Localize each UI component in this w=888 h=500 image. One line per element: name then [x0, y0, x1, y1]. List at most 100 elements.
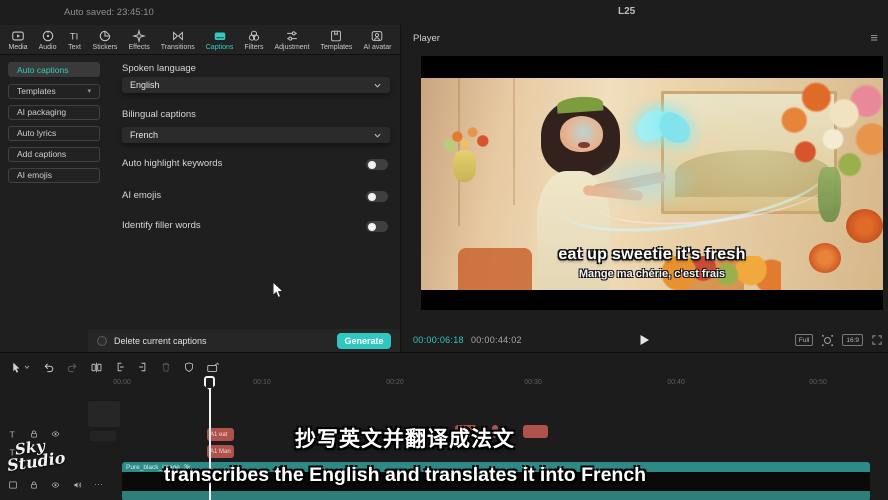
filler-words-label: Identify filler words	[122, 220, 201, 231]
delete-captions-checkbox[interactable]	[97, 336, 107, 346]
project-title: L25	[618, 6, 635, 17]
ribbon-toolbar: Media Audio TI Text Stickers Effects Tra…	[0, 25, 400, 55]
adjustment-icon	[285, 29, 299, 43]
sidebar-item-auto-lyrics[interactable]: Auto lyrics	[8, 126, 100, 141]
full-screen-mode-button[interactable]: Full	[795, 334, 813, 346]
caption-clip-french[interactable]: A1 Man	[207, 445, 234, 458]
filters-icon	[247, 29, 261, 43]
redo-button[interactable]	[66, 361, 79, 374]
delete-button[interactable]	[160, 361, 172, 373]
aspect-ratio-button[interactable]: 16:9	[842, 334, 863, 346]
video-viewport[interactable]: eat up sweetie it's fresh Mange ma chéri…	[421, 56, 883, 310]
ribbon-label: Transitions	[161, 44, 195, 51]
ribbon-tab-media[interactable]: Media	[9, 29, 28, 51]
bilingual-language-select[interactable]: French	[122, 127, 390, 143]
sidebar-item-label: AI packaging	[17, 107, 66, 117]
sidebar-item-label: Templates	[17, 86, 56, 96]
ribbon-tab-captions[interactable]: Captions	[206, 29, 234, 51]
delete-captions-label: Delete current captions	[114, 336, 207, 346]
ribbon-label: AI avatar	[363, 44, 391, 51]
scene-vase-left	[453, 150, 476, 182]
ribbon-tab-effects[interactable]: Effects	[128, 29, 149, 51]
ribbon-tab-stickers[interactable]: Stickers	[93, 29, 118, 51]
ruler-label: 00:10	[253, 379, 271, 386]
video-clip-footer	[122, 491, 870, 500]
ribbon-tab-adjustment[interactable]: Adjustment	[274, 29, 309, 51]
media-icon	[11, 29, 25, 43]
sidebar-item-auto-captions[interactable]: Auto captions	[8, 62, 100, 77]
lock-icon[interactable]	[29, 480, 39, 490]
captions-panel: Auto captions Templates ▾ AI packaging Au…	[0, 55, 400, 352]
svg-text:TI: TI	[69, 31, 78, 42]
ribbon-tab-text[interactable]: TI Text	[68, 29, 82, 51]
video-editor-app: Auto saved: 23:45:10 L25 Media Audio TI …	[0, 0, 888, 500]
ribbon-label: Templates	[321, 44, 353, 51]
stickers-icon	[98, 29, 112, 43]
scene-vase-right	[818, 167, 841, 222]
auto-highlight-label: Auto highlight keywords	[122, 158, 222, 169]
chevron-down-icon: ▾	[87, 87, 91, 95]
filler-words-toggle[interactable]	[366, 221, 388, 232]
dim-clip	[88, 401, 120, 427]
watermark-logo: Sky Studio	[4, 436, 66, 473]
sidebar-item-ai-emojis[interactable]: AI emojis	[8, 168, 100, 183]
ribbon-tab-transitions[interactable]: Transitions	[161, 29, 195, 51]
player-controls: 00:00:06:18 00:00:44:02 Full 16:9	[401, 328, 888, 352]
more-icon[interactable]: ⋯	[94, 479, 103, 490]
player-view-options: Full 16:9	[795, 334, 883, 347]
ruler-label: 00:00	[113, 379, 131, 386]
ribbon-label: Filters	[244, 44, 263, 51]
ribbon-tab-templates[interactable]: Templates	[321, 29, 353, 51]
bilingual-language-value: French	[130, 130, 158, 140]
video-caption-english: eat up sweetie it's fresh	[558, 246, 745, 264]
trim-right-button[interactable]	[137, 361, 149, 373]
ribbon-tab-ai-avatar[interactable]: AI avatar	[363, 29, 391, 51]
sidebar-item-label: Auto lyrics	[17, 128, 56, 138]
dim-clip	[90, 431, 116, 441]
generate-button[interactable]: Generate	[337, 333, 391, 349]
timeline-ruler[interactable]: 00:00 00:10 00:20 00:30 00:40 00:50	[0, 375, 888, 393]
captions-icon	[213, 29, 227, 43]
scene-dahlia	[809, 243, 841, 273]
video-caption-french: Mange ma chérie, c'est frais	[579, 268, 725, 280]
play-button[interactable]	[639, 334, 650, 346]
text-track-icon: T	[8, 429, 18, 439]
eye-icon[interactable]	[50, 480, 61, 490]
fit-zoom-icon[interactable]	[821, 334, 834, 347]
expand-icon[interactable]	[871, 334, 883, 346]
sidebar-item-templates[interactable]: Templates ▾	[8, 84, 100, 99]
ai-emojis-label: AI emojis	[122, 190, 161, 201]
caption-track-tool-button[interactable]	[206, 361, 220, 374]
ruler-label: 00:20	[386, 379, 404, 386]
sidebar-item-ai-packaging[interactable]: AI packaging	[8, 105, 100, 120]
speaker-icon[interactable]	[72, 480, 83, 490]
toggle-knob	[368, 223, 376, 231]
player-title: Player	[413, 33, 440, 44]
ai-emojis-toggle[interactable]	[366, 191, 388, 202]
undo-button[interactable]	[42, 361, 55, 374]
templates-icon	[329, 29, 343, 43]
ribbon-label: Adjustment	[274, 44, 309, 51]
caption-clip-english[interactable]: A1 eat	[207, 428, 234, 441]
sidebar-item-add-captions[interactable]: Add captions	[8, 147, 100, 162]
top-bar: Auto saved: 23:45:10 L25	[0, 0, 888, 25]
spoken-language-label: Spoken language	[122, 63, 196, 74]
split-tool-button[interactable]	[90, 361, 103, 374]
timeline-toolbar	[0, 357, 400, 377]
player-menu-icon[interactable]: ≡	[870, 31, 878, 44]
sidebar-item-label: Add captions	[17, 149, 66, 159]
toggle-knob	[368, 193, 376, 201]
mouse-cursor	[272, 281, 285, 300]
ruler-label: 00:30	[524, 379, 542, 386]
ribbon-tab-audio[interactable]: Audio	[39, 29, 57, 51]
select-tool-button[interactable]	[10, 361, 31, 374]
ribbon-tab-filters[interactable]: Filters	[244, 29, 263, 51]
chevron-down-icon	[373, 81, 382, 90]
trim-left-button[interactable]	[114, 361, 126, 373]
mask-tool-button[interactable]	[183, 361, 195, 373]
audio-icon	[41, 29, 55, 43]
overlay-subtitle-english: transcribes the English and translates i…	[164, 464, 646, 487]
spoken-language-select[interactable]: English	[122, 77, 390, 93]
auto-highlight-toggle[interactable]	[366, 159, 388, 170]
caption-clip[interactable]	[523, 425, 548, 438]
